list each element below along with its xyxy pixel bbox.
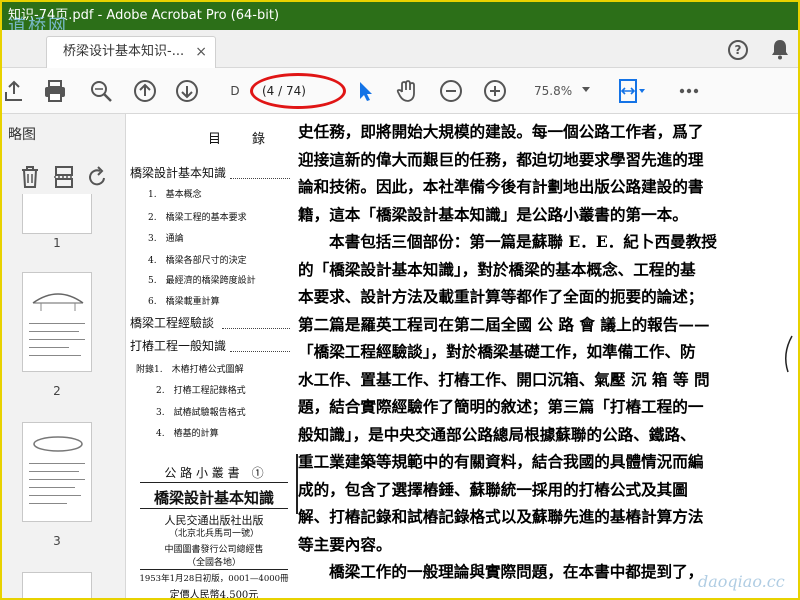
page-thumbnail[interactable] [22,572,92,598]
application-window: 知识-74页.pdf - Adobe Acrobat Pro (64-bit) … [0,0,800,600]
body-text-line: 成的，包含了選擇樁錘、蘇聯統一採用的打樁公式及其圖 [298,479,688,499]
thumbnail-number: 2 [53,384,61,398]
body-text-line: 論和技術。因此，本社準備今後有計劃地出版公路建設的書 [298,177,704,196]
toc-heading-right: 錄 [252,132,266,147]
zoom-search-icon[interactable] [88,78,114,104]
toc-section-title: 橋梁工程經驗談 [130,316,215,330]
body-text-line: 般知識」，是中央交通部公路總局根據蘇聯的公路、鐵路、 [298,424,696,444]
body-text-line: 本要求、設計方法及載重計算等都作了全面的扼要的論述； [298,287,704,306]
page-curl-mark [785,335,793,373]
toc-item: 3. 通論 [148,234,184,244]
body-text-line: 第二篇是羅英工程司在第二屆全國 公 路 會 議上的報告—— [298,314,710,334]
hand-icon[interactable] [394,78,420,104]
more-icon[interactable] [676,78,702,104]
colophon-block: 公 路 小 叢 書 ① 橋梁設計基本知識 人民交通出版社出版 （北京北兵馬司一號… [134,456,294,600]
select-cursor-icon[interactable] [352,78,378,104]
toc-item: 3. 試樁試驗報告格式 [156,408,246,418]
thumbnail-bridge-drawing [33,436,83,452]
toc-item: 2. 橋梁工程的基本要求 [148,213,247,223]
toc-section-title: 打樁工程一般知識 [130,339,227,353]
body-text-line: 解、打樁記錄和試樁記錄格式以及蘇聯先進的基樁計算方法 [298,507,704,526]
fit-page-icon[interactable] [616,78,646,104]
toc-section-title: 橋梁設計基本知識 [130,166,227,180]
toc-item: 4. 橋梁各部尺寸的決定 [148,256,247,266]
insert-page-icon[interactable] [52,164,76,190]
tab-bar: 桥梁设计基本知识-... × ? [2,30,798,68]
toolbar: D (4 / 74) 75.8% [2,68,798,114]
thumbnails-panel: 略图 1 2 3 [2,114,126,598]
thumbnails-toolbar [2,160,126,194]
toc-item: 2. 打樁工程記錄格式 [156,386,246,396]
thumbnail-bridge-drawing [32,293,84,311]
help-icon[interactable]: ? [728,40,748,60]
zoom-dropdown-arrow-icon[interactable] [582,87,590,92]
body-text-line: 等主要內容。 [298,534,392,554]
tab-label: 桥梁设计基本知识-... [63,44,185,59]
toc-item: 5. 最經濟的橋梁跨度設計 [148,276,256,286]
zoom-out-icon[interactable] [438,78,464,104]
zoom-in-icon[interactable] [482,78,508,104]
tab-document[interactable]: 桥梁设计基本知识-... × [46,36,216,68]
toc-heading-left: 目 [208,132,222,147]
bell-icon[interactable] [770,38,790,60]
share-icon[interactable] [2,78,28,104]
body-text-line: 水工作、置基工作、打樁工作、開口沉箱、氣壓 沉 箱 等 問 [298,369,710,389]
body-text-line: 本書包括三個部份：第一篇是蘇聯 E．E．紀卜西曼教授 [329,232,717,251]
toc-item: 4. 樁基的計算 [156,429,219,439]
body-text-line: 史任務，即將開始大規模的建設。每一個公路工作者，爲了 [298,122,704,141]
colophon-distributor-note: （全國各地） [186,558,241,568]
print-icon[interactable] [42,78,68,104]
highlight-annotation-ellipse [250,73,346,109]
delete-icon[interactable] [18,164,42,190]
colophon-distributor: 中國圖書發行公司總經售 [164,545,264,555]
colophon-series: 公 路 小 叢 書 ① [164,466,264,480]
colophon-title: 橋梁設計基本知識 [153,489,274,507]
body-text-line: 重工業建築等規範中的有關資料，結合我國的具體情況而編 [298,452,704,471]
body-text-line: 「橋梁工程經驗談」，對於橋梁基礎工作，如準備工作、防 [298,342,696,361]
body-text-line: 題，結合實際經驗作了簡明的敘述；第三篇「打樁工程的一 [298,397,704,416]
colophon-address: （北京北兵馬司一號） [168,529,259,539]
page-thumbnail[interactable] [22,194,92,234]
next-page-icon[interactable] [174,78,200,104]
page-number-input[interactable]: D [220,80,250,102]
prev-page-icon[interactable] [132,78,158,104]
thumbnail-number: 1 [53,236,61,250]
document-view[interactable]: 目 錄 橋梁設計基本知識 1. 基本概念 2. 橋梁工程的基本要求 3. 通論 … [126,114,798,600]
page-body-text: 史任務，即將開始大規模的建設。每一個公路工作者，爲了 迎接這新的偉大而艱巨的任務，… [298,118,778,586]
colophon-price: 定價人民幣4,500元 [169,590,259,600]
toc-item: 1. 基本概念 [148,190,202,200]
body-text-line: 迎接這新的偉大而艱巨的任務，都迫切地要求學習先進的理 [298,149,704,169]
toc-item: 附錄1. 木樁打樁公式圖解 [136,365,244,375]
rotate-icon[interactable] [86,164,110,190]
thumbnails-panel-title: 略图 [8,127,36,143]
page-thumbnail[interactable] [22,422,92,522]
thumbnail-number: 3 [53,534,61,548]
colophon-edition: 1953年1月28日初版，0001—4000冊 [139,574,289,584]
toc-item: 6. 橋梁載重計算 [148,297,220,307]
tab-close-icon[interactable]: × [195,37,207,67]
watermark-bottom: daoqiao.cc [698,572,785,591]
page-thumbnail[interactable] [22,272,92,372]
body-text-line: 籍，這本「橋梁設計基本知識」是公路小叢書的第一本。 [298,204,688,224]
title-bar: 知识-74页.pdf - Adobe Acrobat Pro (64-bit) [2,2,798,30]
body-text-line: 的「橋梁設計基本知識」，對於橋梁的基本概念、工程的基 [298,259,696,279]
